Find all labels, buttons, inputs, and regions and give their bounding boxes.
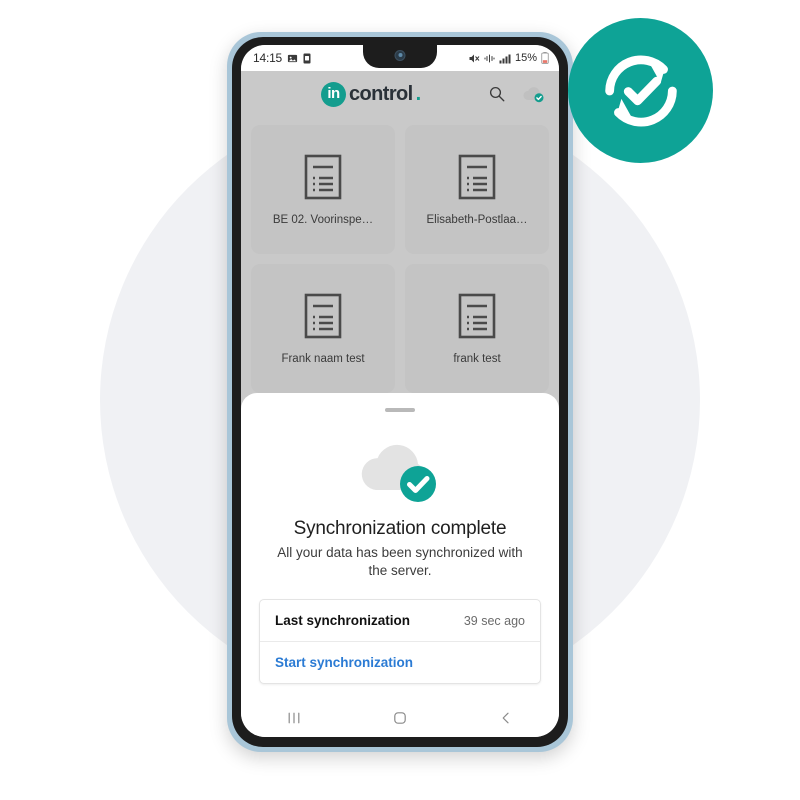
sheet-subtitle: All your data has been synchronized with…: [277, 545, 523, 579]
logo-dot: .: [415, 82, 422, 105]
document-icon: [458, 154, 496, 200]
notch: [363, 45, 437, 68]
tile-item[interactable]: BE 02. Voorinspe…: [251, 125, 395, 254]
document-icon: [304, 293, 342, 339]
logo-mark: in: [321, 81, 346, 107]
sim-card-icon: [303, 53, 311, 64]
battery-percent: 15%: [514, 52, 537, 64]
phone-screen: 14:15 15% in control . BE 02. Voorinspe……: [241, 45, 559, 737]
tile-item[interactable]: frank test: [405, 264, 549, 393]
status-time: 14:15: [253, 51, 283, 65]
tile-label: Elisabeth-Postlaa…: [426, 213, 528, 226]
app-header: in control.: [241, 71, 559, 117]
wifi-icon: [484, 53, 495, 64]
front-camera-icon: [394, 50, 406, 61]
image-icon: [287, 53, 298, 64]
document-icon: [458, 293, 496, 339]
tile-grid: BE 02. Voorinspe… Elisabeth-Postlaa… Fra…: [241, 117, 559, 401]
search-icon[interactable]: [488, 85, 506, 103]
start-synchronization-button[interactable]: Start synchronization: [275, 655, 413, 670]
cloud-check-icon[interactable]: [521, 85, 545, 103]
battery-icon: [541, 52, 549, 64]
app-logo: in control.: [321, 81, 422, 107]
last-sync-row: Last synchronization 39 sec ago: [260, 600, 540, 641]
document-icon: [304, 154, 342, 200]
drag-handle[interactable]: [385, 408, 415, 412]
sheet-title: Synchronization complete: [293, 518, 507, 539]
sync-info-card: Last synchronization 39 sec ago Start sy…: [259, 599, 541, 685]
start-sync-row[interactable]: Start synchronization: [260, 641, 540, 683]
home-icon[interactable]: [370, 699, 430, 737]
android-nav-bar: [241, 699, 559, 737]
back-icon[interactable]: [476, 699, 536, 737]
last-sync-label: Last synchronization: [275, 613, 411, 629]
last-sync-value: 39 sec ago: [463, 613, 525, 628]
mute-icon: [468, 53, 480, 64]
cloud-check-icon: [352, 442, 448, 504]
logo-text: control: [349, 82, 413, 105]
recents-icon[interactable]: [264, 699, 324, 737]
sync-check-badge: [568, 18, 713, 163]
tile-label: frank test: [453, 352, 501, 365]
sync-bottom-sheet: Synchronization complete All your data h…: [241, 393, 559, 699]
scene: 14:15 15% in control . BE 02. Voorinspe……: [0, 0, 800, 800]
phone-bezel: 14:15 15% in control . BE 02. Voorinspe……: [232, 37, 568, 747]
sync-check-icon: [604, 55, 677, 126]
tile-label: BE 02. Voorinspe…: [272, 213, 374, 226]
tile-item[interactable]: Frank naam test: [251, 264, 395, 393]
tile-label: Frank naam test: [281, 352, 365, 365]
tile-item[interactable]: Elisabeth-Postlaa…: [405, 125, 549, 254]
signal-bars-icon: [499, 53, 511, 64]
